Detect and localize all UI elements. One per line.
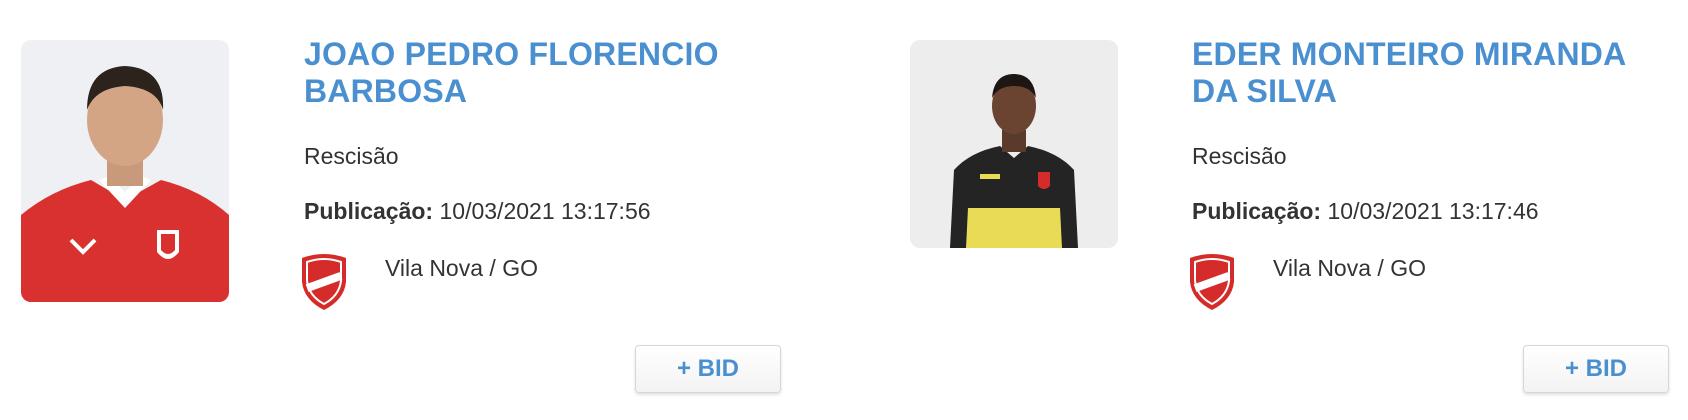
publication-label: Publicação: [304, 198, 434, 224]
transfer-list: JOAO PEDRO FLORENCIO BARBOSA Rescisão Pu… [0, 0, 1688, 420]
publication-date: 10/03/2021 13:17:56 [439, 198, 651, 224]
transfer-type: Rescisão [304, 143, 399, 169]
player-card: JOAO PEDRO FLORENCIO BARBOSA Rescisão Pu… [0, 0, 800, 420]
bid-button[interactable]: + BID [635, 345, 781, 393]
bid-button[interactable]: + BID [1523, 345, 1669, 393]
club-crest-icon [298, 252, 350, 312]
player-photo [910, 40, 1118, 248]
player-card: EDER MONTEIRO MIRANDA DA SILVA Rescisão … [888, 0, 1688, 420]
publication-label: Publicação: [1192, 198, 1322, 224]
club-name[interactable]: Vila Nova / GO [385, 255, 538, 282]
player-photo [21, 40, 229, 302]
publication-date: 10/03/2021 13:17:46 [1327, 198, 1539, 224]
player-name[interactable]: JOAO PEDRO FLORENCIO BARBOSA [304, 36, 784, 110]
publication-info: Publicação: 10/03/2021 13:17:56 [304, 198, 651, 225]
publication-info: Publicação: 10/03/2021 13:17:46 [1192, 198, 1539, 225]
club-crest-icon [1186, 252, 1238, 312]
transfer-type: Rescisão [1192, 143, 1287, 169]
player-name[interactable]: EDER MONTEIRO MIRANDA DA SILVA [1192, 36, 1672, 110]
club-name[interactable]: Vila Nova / GO [1273, 255, 1426, 282]
